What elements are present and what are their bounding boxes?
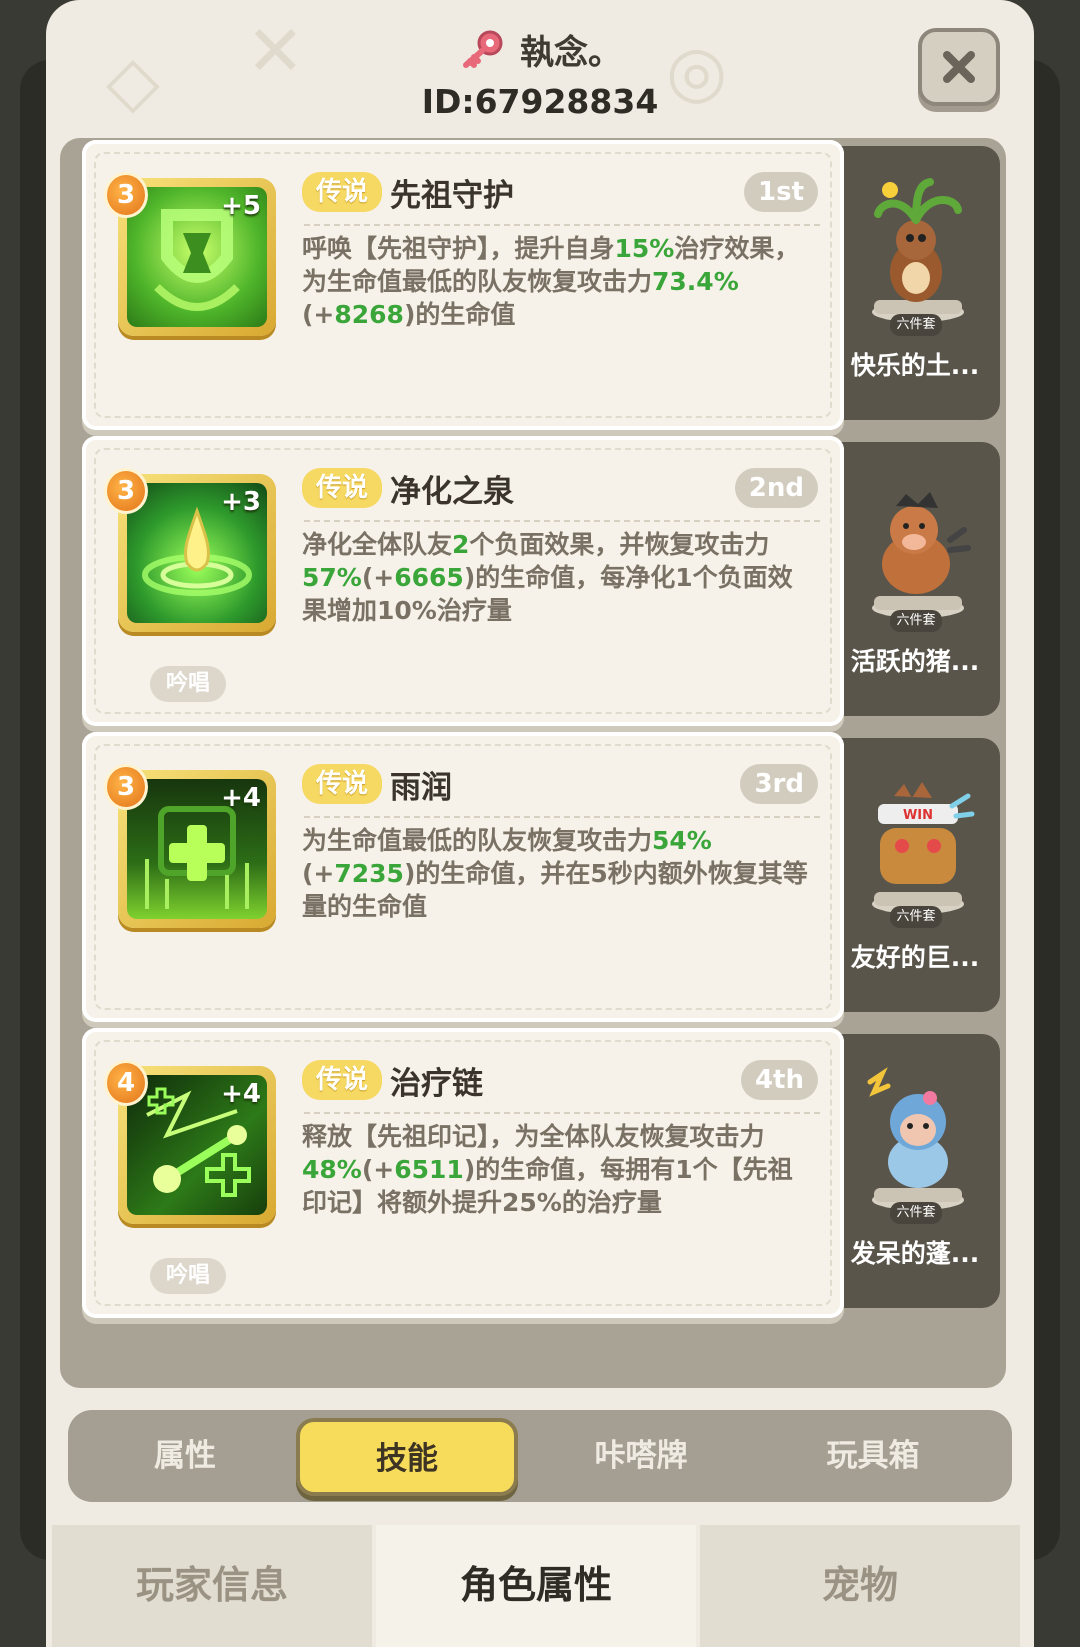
- header: 執念。 ID:67928834: [46, 0, 1034, 135]
- player-name: 執念。: [520, 32, 622, 73]
- close-button[interactable]: [918, 28, 1000, 106]
- divider: [304, 224, 820, 226]
- divider: [304, 1112, 820, 1114]
- skill-list[interactable]: 六件套 快乐的土... 3 +5 传说 先祖守护 1st 呼唤【先祖守护】，提升…: [60, 138, 1006, 1388]
- rank-badge: 3rd: [740, 764, 818, 804]
- skill-title: 净化之泉: [390, 474, 514, 510]
- rarity-tag: 传说: [302, 764, 383, 804]
- pet-set-label: 六件套: [890, 906, 942, 928]
- skill-description: 为生命值最低的队友恢复攻击力54%(+7235)的生命值，并在5秒内额外恢复其等…: [302, 826, 808, 921]
- skill-card-2[interactable]: 3 +3 传说 净化之泉 2nd 净化全体队友2个负面效果，并恢复攻击力57%(…: [82, 436, 844, 726]
- pet-set-label: 六件套: [890, 1202, 942, 1224]
- rarity-tag: 传说: [302, 468, 383, 508]
- tab-player-info[interactable]: 玩家信息: [52, 1525, 372, 1647]
- pet-figure-3: WIN: [860, 766, 976, 916]
- level-badge: 4: [104, 1060, 148, 1106]
- pet-panel-2[interactable]: 六件套 活跃的猪...: [830, 442, 1000, 716]
- skill-description: 呼唤【先祖守护】，提升自身15%治疗效果，为生命值最低的队友恢复攻击力73.4%…: [302, 234, 800, 329]
- level-badge: 3: [104, 172, 148, 218]
- skill-description: 净化全体队友2个负面效果，并恢复攻击力57%(+6665)的生命值，每净化1个负…: [302, 530, 793, 625]
- pet-set-label: 六件套: [890, 610, 942, 632]
- close-icon: [943, 51, 975, 83]
- divider: [304, 816, 820, 818]
- pet-figure-4: [860, 1062, 976, 1212]
- level-badge: 3: [104, 468, 148, 514]
- rank-badge: 2nd: [734, 468, 818, 508]
- subtab-attributes[interactable]: 属性: [74, 1410, 296, 1502]
- skill-card-4[interactable]: 4 +4 传说 治疗链 4th 释放【先祖印记】，为全体队友恢复攻击力48%(+…: [82, 1028, 844, 1318]
- rarity-tag: 传说: [302, 172, 383, 212]
- skill-description: 释放【先祖印记】，为全体队友恢复攻击力48%(+6511)的生命值，每拥有1个【…: [302, 1122, 793, 1217]
- skill-card-1[interactable]: 3 +5 传说 先祖守护 1st 呼唤【先祖守护】，提升自身15%治疗效果，为生…: [82, 140, 844, 430]
- profile-panel: ◇ ✕ ◎ 執念。 ID:67928834 六件套 快乐的土... 3 +5 传…: [46, 0, 1034, 1647]
- pet-name: 活跃的猪...: [850, 647, 980, 676]
- heal-chain-icon: +4: [127, 1075, 267, 1215]
- name-row: 執念。: [46, 24, 1034, 74]
- skill-title: 治疗链: [390, 1066, 483, 1102]
- pet-set-label: 六件套: [890, 314, 942, 336]
- tab-character-attributes[interactable]: 角色属性: [376, 1525, 696, 1647]
- pet-name: 友好的巨...: [850, 943, 980, 972]
- pet-figure-2: [860, 470, 976, 620]
- subtab-skills[interactable]: 技能: [296, 1418, 518, 1496]
- skill-title: 雨润: [390, 770, 452, 806]
- rank-badge: 4th: [740, 1060, 818, 1100]
- tab-pets[interactable]: 宠物: [700, 1525, 1020, 1647]
- skill-card-3[interactable]: 3 +4 传说 雨润 3rd 为生命值最低的队友恢复攻击力54%(+7235)的…: [82, 732, 844, 1022]
- cast-tag: 吟唱: [150, 666, 227, 702]
- subtab-cards[interactable]: 咔嗒牌: [530, 1410, 752, 1502]
- rank-badge: 1st: [744, 172, 818, 212]
- pet-panel-4[interactable]: 六件套 发呆的蓬...: [830, 1034, 1000, 1308]
- player-id: ID:67928834: [421, 82, 659, 121]
- level-badge: 3: [104, 764, 148, 810]
- rarity-tag: 传说: [302, 1060, 383, 1100]
- skill-title: 先祖守护: [390, 178, 514, 214]
- spring-drop-icon: +3: [127, 483, 267, 623]
- pet-panel-3[interactable]: WIN 六件套 友好的巨...: [830, 738, 1000, 1012]
- key-icon: [458, 29, 504, 69]
- pet-panel-1[interactable]: 六件套 快乐的土...: [830, 146, 1000, 420]
- pet-name: 发呆的蓬...: [850, 1239, 980, 1268]
- plus-badge: +4: [221, 1079, 261, 1109]
- plus-badge: +4: [221, 783, 261, 813]
- svg-text:WIN: WIN: [903, 808, 933, 823]
- cast-tag: 吟唱: [150, 1258, 227, 1294]
- subtab-toybox[interactable]: 玩具箱: [762, 1410, 984, 1502]
- pet-name: 快乐的土...: [850, 351, 980, 380]
- pet-figure-1: [860, 174, 976, 324]
- divider: [304, 520, 820, 522]
- ancestor-shield-icon: +5: [127, 187, 267, 327]
- plus-badge: +3: [221, 487, 261, 517]
- plus-badge: +5: [221, 191, 261, 221]
- heal-cross-icon: +4: [127, 779, 267, 919]
- sub-tab-bar: 属性 技能 咔嗒牌 玩具箱: [68, 1410, 1012, 1502]
